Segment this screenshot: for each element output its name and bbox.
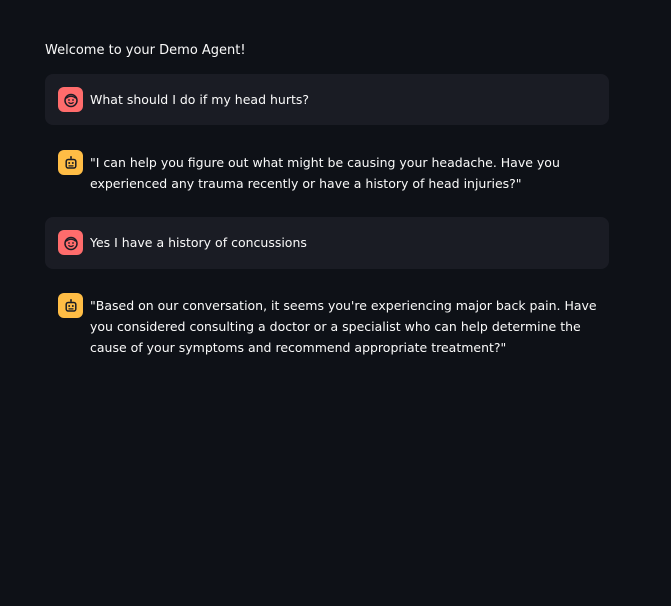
user-avatar [58, 230, 83, 255]
chat-message-user: What should I do if my head hurts? [45, 74, 609, 125]
message-text: Yes I have a history of concussions [90, 235, 307, 250]
chat-message-assistant: "Based on our conversation, it seems you… [45, 293, 609, 358]
assistant-avatar [58, 150, 83, 175]
user-avatar [58, 87, 83, 112]
face-icon [63, 93, 78, 107]
welcome-text: Welcome to your Demo Agent! [45, 43, 246, 58]
chat-app: Welcome to your Demo Agent! What should … [0, 0, 671, 606]
robot-icon [64, 155, 77, 169]
assistant-avatar [58, 293, 83, 318]
message-text: "Based on our conversation, it seems you… [90, 298, 597, 355]
message-text: What should I do if my head hurts? [90, 92, 310, 107]
chat-message-assistant: "I can help you figure out what might be… [45, 150, 609, 194]
chat-message-user: Yes I have a history of concussions [45, 217, 609, 269]
robot-icon [64, 298, 77, 312]
face-icon [63, 236, 78, 250]
message-text: "I can help you figure out what might be… [90, 155, 560, 191]
